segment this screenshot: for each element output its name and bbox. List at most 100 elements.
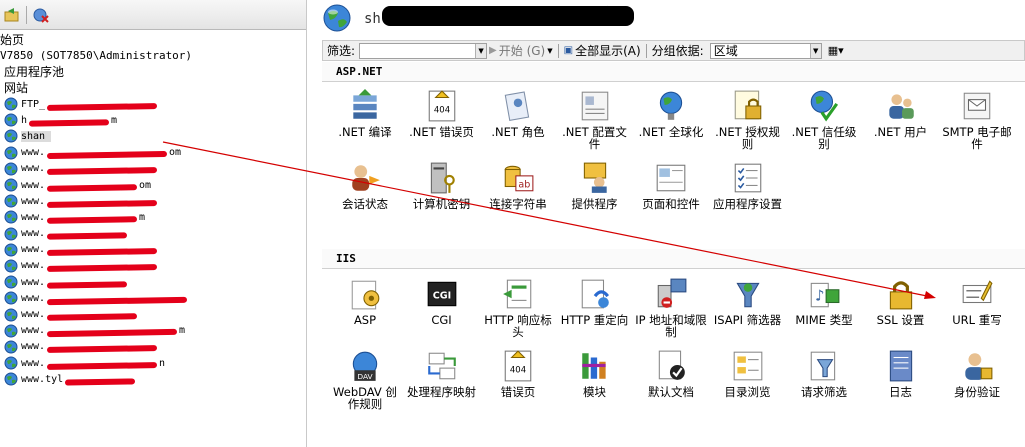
tree-item-sites[interactable]: 网站	[0, 80, 306, 96]
tree-item-server[interactable]: V7850 (SOT7850\Administrator)	[0, 48, 306, 64]
svg-text:♪: ♪	[815, 286, 824, 304]
group-header-aspnet[interactable]: ASP.NET	[322, 62, 1025, 82]
chevron-down-icon[interactable]: ▼	[475, 43, 487, 58]
go-icon[interactable]: ▶	[489, 45, 497, 56]
feature-cgi[interactable]: CGI CGI	[405, 277, 479, 326]
site-item[interactable]: www.	[0, 161, 306, 177]
feature-label: WebDAV 创作规则	[333, 385, 397, 411]
feature-auth[interactable]: 身份验证	[940, 349, 1014, 398]
redaction-mark	[46, 329, 178, 338]
feature-lock[interactable]: .NET 授权规则	[711, 89, 785, 150]
feature-handler[interactable]: 处理程序映射	[405, 349, 479, 398]
feature-headers[interactable]: HTTP 响应标头	[481, 277, 555, 338]
site-item[interactable]: www.	[0, 274, 306, 290]
redaction-mark	[46, 232, 128, 240]
app-pools-label: 应用程序池	[4, 65, 65, 79]
feature-default-doc[interactable]: 默认文档	[634, 349, 708, 398]
site-item[interactable]: www.	[0, 193, 306, 209]
machine-key-icon	[425, 161, 459, 195]
feature-modules[interactable]: 模块	[558, 349, 632, 398]
feature-trust[interactable]: .NET 信任级别	[787, 89, 861, 150]
feature-label: .NET 编译	[338, 125, 392, 139]
feature-pages[interactable]: 页面和控件	[634, 161, 708, 210]
feature-compile[interactable]: .NET 编译	[328, 89, 402, 138]
group-header-iis[interactable]: IIS	[322, 249, 1025, 269]
feature-profile[interactable]: .NET 配置文件	[558, 89, 632, 150]
feature-machine-key[interactable]: 计算机密钥	[405, 161, 479, 210]
feature-ip[interactable]: IP 地址和域限制	[634, 277, 708, 338]
feature-label: .NET 授权规则	[715, 125, 780, 151]
feature-url-rewrite[interactable]: URL 重写	[940, 277, 1014, 326]
site-item[interactable]: www.tyl	[0, 371, 306, 387]
site-item[interactable]: www. m	[0, 323, 306, 339]
site-item[interactable]: www.	[0, 242, 306, 258]
site-item[interactable]: hm	[0, 112, 306, 128]
group-by-label: 分组依据:	[651, 44, 704, 58]
feature-roles[interactable]: .NET 角色	[481, 89, 555, 138]
feature-label: URL 重写	[952, 313, 1002, 327]
site-item[interactable]: www.	[0, 226, 306, 242]
feature-isapi[interactable]: ISAPI 筛选器	[711, 277, 785, 326]
site-item[interactable]: www. om	[0, 145, 306, 161]
start-button[interactable]: 开始 (G)	[499, 42, 545, 59]
group-by-value: 区域	[713, 44, 738, 58]
site-name-tail: m	[111, 114, 118, 126]
asp-icon	[348, 277, 382, 311]
filter-input[interactable]: ▼	[359, 42, 488, 59]
feature-settings[interactable]: 应用程序设置	[711, 161, 785, 210]
feature-log[interactable]: 日志	[864, 349, 938, 398]
mime-icon: ♪	[807, 277, 841, 311]
connect-icon[interactable]	[31, 5, 51, 25]
site-item[interactable]: shan	[0, 128, 306, 144]
feature-asp[interactable]: ASP	[328, 277, 402, 326]
feature-users[interactable]: .NET 用户	[864, 89, 938, 138]
feature-dir-browse[interactable]: 目录浏览	[711, 349, 785, 398]
site-name: www. om	[21, 179, 152, 192]
site-name: www.	[21, 309, 141, 321]
feature-mime[interactable]: ♪ MIME 类型	[787, 277, 861, 326]
site-item[interactable]: www.	[0, 306, 306, 322]
feature-email[interactable]: SMTP 电子邮件	[940, 89, 1014, 150]
feature-label: SSL 设置	[876, 313, 925, 327]
feature-session[interactable]: 会话状态	[328, 161, 402, 210]
feature-label: 请求筛选	[801, 385, 847, 399]
chevron-down-icon[interactable]: ▼	[809, 43, 821, 58]
feature-error-page[interactable]: 404 错误页	[481, 349, 555, 398]
view-mode-icon[interactable]: ▦▾	[828, 44, 844, 57]
site-name: hm	[21, 114, 118, 127]
feature-ssl[interactable]: SSL 设置	[864, 277, 938, 326]
site-item[interactable]: www.	[0, 258, 306, 274]
error-page-icon: 404	[425, 89, 459, 123]
chevron-down-icon[interactable]: ▼	[547, 47, 552, 55]
feature-label: 目录浏览	[724, 385, 771, 399]
site-item[interactable]: FTP_	[0, 96, 306, 112]
site-item[interactable]: www.	[0, 339, 306, 355]
feature-error-page[interactable]: 404 .NET 错误页	[405, 89, 479, 138]
feature-globe[interactable]: .NET 全球化	[634, 89, 708, 138]
site-name-tail: m	[139, 211, 146, 223]
refresh-icon[interactable]	[2, 5, 22, 25]
headers-icon	[501, 277, 535, 311]
tree-item-start-page[interactable]: 始页	[0, 32, 306, 48]
redaction-mark	[46, 345, 158, 354]
feature-request-filter[interactable]: 请求筛选	[787, 349, 861, 398]
webdav-icon: DAV	[348, 349, 382, 383]
site-name: www.	[21, 341, 161, 354]
feature-label: SMTP 电子邮件	[942, 125, 1012, 151]
feature-connection[interactable]: ab 连接字符串	[481, 161, 555, 210]
site-name-tail: om	[139, 179, 152, 191]
show-all-button[interactable]: 全部显示(A)	[575, 42, 641, 59]
site-item[interactable]: www. n	[0, 355, 306, 371]
group-by-select[interactable]: 区域 ▼	[709, 42, 822, 59]
globe-icon	[4, 275, 18, 289]
svg-text:DAV: DAV	[357, 372, 373, 381]
site-item[interactable]: www. m	[0, 209, 306, 225]
feature-redirect[interactable]: HTTP 重定向	[558, 277, 632, 326]
feature-provider[interactable]: 提供程序	[558, 161, 632, 210]
site-item[interactable]: www.	[0, 290, 306, 306]
site-item[interactable]: www. om	[0, 177, 306, 193]
feature-label: .NET 信任级别	[791, 125, 857, 151]
redaction-mark	[46, 167, 158, 176]
feature-webdav[interactable]: DAV WebDAV 创作规则	[328, 349, 402, 410]
tree-item-app-pools[interactable]: 应用程序池	[0, 64, 306, 80]
